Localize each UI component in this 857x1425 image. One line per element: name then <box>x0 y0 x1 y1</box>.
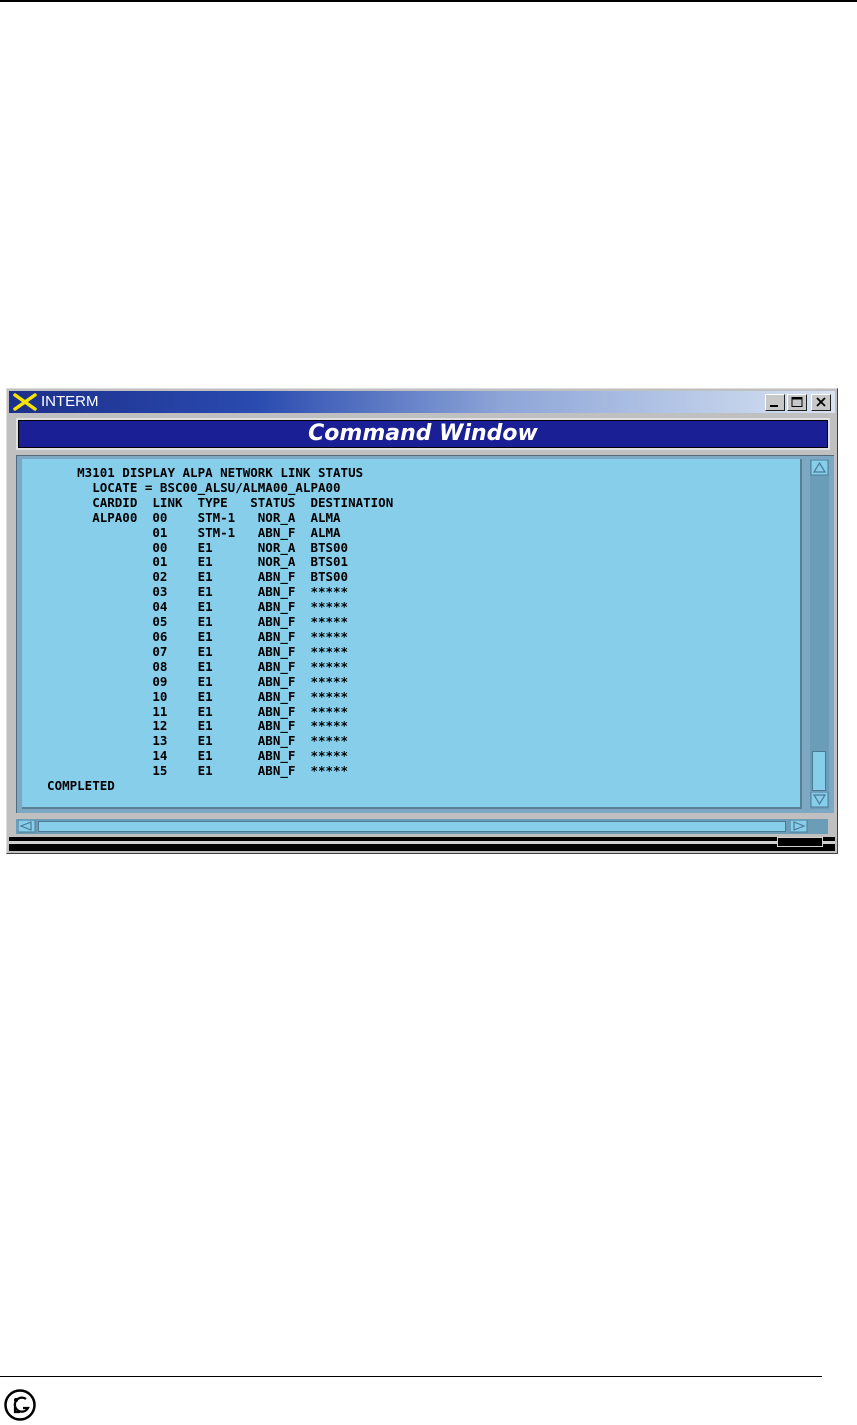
command-window-title: Command Window <box>308 421 538 446</box>
terminal-line: 09 E1 ABN_F ***** <box>32 673 349 689</box>
terminal-text: M3101 DISPLAY ALPA NETWORK LINK STATUS L… <box>32 465 394 794</box>
terminal-output[interactable]: M3101 DISPLAY ALPA NETWORK LINK STATUS L… <box>22 459 802 809</box>
status-bar <box>9 837 835 851</box>
terminal-line: 11 E1 ABN_F ***** <box>32 703 349 719</box>
terminal-line: COMPLETED <box>32 778 115 794</box>
horizontal-scrollbar[interactable] <box>16 819 828 834</box>
terminal-line: ALPA00 00 STM-1 NOR_A ALMA <box>32 509 341 525</box>
close-button[interactable] <box>811 394 831 411</box>
vertical-scrollbar[interactable] <box>810 459 829 809</box>
terminal-line: 03 E1 ABN_F ***** <box>32 584 349 600</box>
minimize-button[interactable] <box>765 394 785 411</box>
page-top-rule <box>0 0 857 2</box>
terminal-line: LOCATE = BSC00_ALSU/ALMA00_ALPA00 <box>32 479 341 495</box>
close-icon <box>816 397 826 407</box>
status-bar-divider <box>9 841 835 844</box>
horizontal-scroll-thumb[interactable] <box>38 821 786 832</box>
terminal-line: 07 E1 ABN_F ***** <box>32 643 349 659</box>
terminal-line: 01 STM-1 ABN_F ALMA <box>32 524 341 540</box>
maximize-button[interactable] <box>787 394 807 411</box>
terminal-line: 08 E1 ABN_F ***** <box>32 658 349 674</box>
terminal-line: 02 E1 ABN_F BTS00 <box>32 569 349 585</box>
terminal-line: 04 E1 ABN_F ***** <box>32 599 349 615</box>
title-bar[interactable]: INTERM <box>9 391 835 413</box>
terminal-line: 05 E1 ABN_F ***** <box>32 614 349 630</box>
window-title: INTERM <box>41 393 99 410</box>
terminal-line: 12 E1 ABN_F ***** <box>32 718 349 734</box>
arrow-left-icon[interactable] <box>18 820 36 833</box>
terminal-line: CARDID LINK TYPE STATUS DESTINATION <box>32 494 394 510</box>
arrow-down-icon[interactable] <box>810 792 829 808</box>
x-logo-icon <box>13 393 37 411</box>
terminal-line: 01 E1 NOR_A BTS01 <box>32 554 349 570</box>
terminal-line: M3101 DISPLAY ALPA NETWORK LINK STATUS <box>32 465 364 480</box>
terminal-line: 14 E1 ABN_F ***** <box>32 748 349 764</box>
command-window-header: Command Window <box>16 418 830 450</box>
minimize-icon <box>770 405 778 407</box>
maximize-icon <box>791 397 803 407</box>
status-bar-indicator <box>777 837 823 847</box>
terminal-frame: M3101 DISPLAY ALPA NETWORK LINK STATUS L… <box>16 455 834 813</box>
terminal-line: 10 E1 ABN_F ***** <box>32 688 349 704</box>
interm-window: INTERM Command Window M3101 DISPLAY ALPA… <box>6 388 838 854</box>
lg-logo-icon <box>4 1389 36 1421</box>
terminal-line: 00 E1 NOR_A BTS00 <box>32 539 349 555</box>
terminal-line: 13 E1 ABN_F ***** <box>32 733 349 749</box>
page-bottom-rule <box>0 1376 822 1377</box>
vertical-scroll-thumb[interactable] <box>812 751 826 791</box>
terminal-line: 06 E1 ABN_F ***** <box>32 628 349 644</box>
terminal-line: 15 E1 ABN_F ***** <box>32 763 349 779</box>
arrow-right-icon[interactable] <box>790 820 808 833</box>
arrow-up-icon[interactable] <box>810 460 829 476</box>
